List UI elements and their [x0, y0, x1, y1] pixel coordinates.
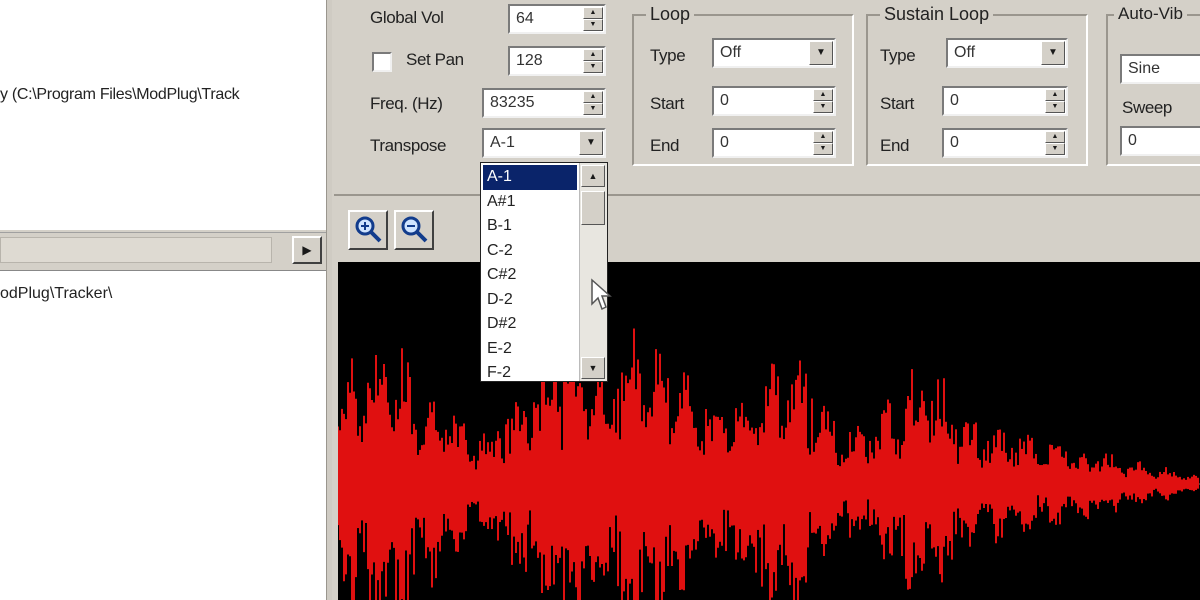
sustain-end-value[interactable]: 0: [950, 134, 959, 152]
loop-group-title: Loop: [646, 4, 695, 25]
scroll-down-icon[interactable]: ▼: [581, 357, 605, 379]
spin-up-icon[interactable]: ▲: [1045, 89, 1065, 101]
sustain-type-value[interactable]: Off: [954, 44, 975, 62]
spin-up-icon[interactable]: ▲: [583, 7, 603, 19]
sweep-field[interactable]: 0: [1120, 126, 1200, 156]
loop-type-value[interactable]: Off: [720, 44, 741, 62]
sustain-type-label: Type: [880, 46, 916, 65]
transpose-option[interactable]: B-1: [483, 214, 577, 239]
chevron-down-icon[interactable]: ▼: [1041, 41, 1065, 65]
spin-up-icon[interactable]: ▲: [813, 89, 833, 101]
transpose-option[interactable]: D-2: [483, 288, 577, 313]
transpose-value[interactable]: A-1: [490, 134, 515, 152]
sustain-start-field[interactable]: 0 ▲ ▼: [942, 86, 1068, 116]
file-path-text[interactable]: odPlug\Tracker\: [0, 285, 112, 303]
spin-up-icon[interactable]: ▲: [583, 49, 603, 61]
global-vol-spinner[interactable]: ▲ ▼: [583, 7, 603, 31]
spin-up-icon[interactable]: ▲: [1045, 131, 1065, 143]
horizontal-scrollbar[interactable]: ▶: [0, 232, 326, 268]
freq-label: Freq. (Hz): [370, 94, 443, 113]
spin-down-icon[interactable]: ▼: [583, 19, 603, 31]
loop-end-value[interactable]: 0: [720, 134, 729, 152]
loop-start-value[interactable]: 0: [720, 92, 729, 110]
zoom-in-button[interactable]: [348, 210, 388, 250]
sustain-loop-group-title: Sustain Loop: [880, 4, 994, 25]
scroll-up-icon[interactable]: ▲: [581, 165, 605, 187]
transpose-option[interactable]: F-2: [483, 361, 577, 381]
zoom-out-icon: [401, 216, 428, 243]
set-pan-field[interactable]: 128 ▲ ▼: [508, 46, 606, 76]
sustain-end-spinner[interactable]: ▲ ▼: [1045, 131, 1065, 155]
sample-properties-panel: Global Vol 64 ▲ ▼ Set Pan 128 ▲ ▼ Freq. …: [334, 0, 1200, 196]
loop-type-combo[interactable]: Off ▼: [712, 38, 836, 68]
waveform-view[interactable]: [338, 262, 1200, 600]
auto-vibrato-group-title: Auto-Vib: [1114, 4, 1187, 24]
spin-down-icon[interactable]: ▼: [813, 101, 833, 113]
vibrato-waveform-value[interactable]: Sine: [1128, 60, 1160, 78]
dropdown-scrollbar[interactable]: ▲ ▼: [579, 163, 607, 381]
scroll-right-arrow-icon[interactable]: ▶: [292, 236, 322, 264]
chevron-down-icon[interactable]: ▼: [809, 41, 833, 65]
spin-down-icon[interactable]: ▼: [1045, 101, 1065, 113]
waveform-toolbar: [334, 198, 1200, 260]
spin-up-icon[interactable]: ▲: [813, 131, 833, 143]
spin-down-icon[interactable]: ▼: [583, 103, 603, 115]
vibrato-waveform-combo[interactable]: Sine: [1120, 54, 1200, 84]
set-pan-spinner[interactable]: ▲ ▼: [583, 49, 603, 73]
transpose-option[interactable]: C-2: [483, 239, 577, 264]
loop-end-field[interactable]: 0 ▲ ▼: [712, 128, 836, 158]
sweep-label: Sweep: [1122, 98, 1172, 117]
sweep-value[interactable]: 0: [1128, 132, 1137, 150]
sustain-start-spinner[interactable]: ▲ ▼: [1045, 89, 1065, 113]
loop-start-label: Start: [650, 94, 684, 113]
loop-end-label: End: [650, 136, 680, 155]
sustain-end-field[interactable]: 0 ▲ ▼: [942, 128, 1068, 158]
waveform-trace: [338, 328, 1199, 600]
zoom-in-icon: [355, 216, 382, 243]
transpose-option[interactable]: E-2: [483, 337, 577, 362]
loop-end-spinner[interactable]: ▲ ▼: [813, 131, 833, 155]
global-vol-label: Global Vol: [370, 8, 444, 27]
transpose-label: Transpose: [370, 136, 447, 155]
transpose-option[interactable]: D#2: [483, 312, 577, 337]
spin-down-icon[interactable]: ▼: [1045, 143, 1065, 155]
spin-down-icon[interactable]: ▼: [583, 61, 603, 73]
folder-path-text[interactable]: y (C:\Program Files\ModPlug\Track: [0, 86, 240, 104]
set-pan-label: Set Pan: [406, 50, 464, 69]
file-list-view[interactable]: odPlug\Tracker\: [0, 270, 326, 600]
global-vol-field[interactable]: 64 ▲ ▼: [508, 4, 606, 34]
loop-start-field[interactable]: 0 ▲ ▼: [712, 86, 836, 116]
loop-type-label: Type: [650, 46, 686, 65]
transpose-option[interactable]: A#1: [483, 190, 577, 215]
transpose-dropdown-list[interactable]: A-1 A#1 B-1 C-2 C#2 D-2 D#2 E-2 F-2 ▲ ▼: [480, 162, 608, 382]
transpose-option[interactable]: C#2: [483, 263, 577, 288]
scrollbar-track[interactable]: [0, 237, 272, 263]
transpose-combo[interactable]: A-1 ▼: [482, 128, 606, 158]
sustain-end-label: End: [880, 136, 910, 155]
sustain-start-label: Start: [880, 94, 914, 113]
transpose-option[interactable]: A-1: [483, 165, 577, 190]
set-pan-value[interactable]: 128: [516, 52, 543, 70]
freq-value[interactable]: 83235: [490, 94, 535, 112]
waveform-display[interactable]: [338, 262, 1200, 600]
freq-spinner[interactable]: ▲ ▼: [583, 91, 603, 115]
chevron-down-icon[interactable]: ▼: [579, 131, 603, 155]
freq-field[interactable]: 83235 ▲ ▼: [482, 88, 606, 118]
folder-tree-view[interactable]: y (C:\Program Files\ModPlug\Track: [0, 0, 326, 230]
set-pan-checkbox[interactable]: [372, 52, 392, 72]
zoom-out-button[interactable]: [394, 210, 434, 250]
scrollbar-thumb[interactable]: [581, 191, 605, 225]
spin-up-icon[interactable]: ▲: [583, 91, 603, 103]
mouse-pointer-icon: [591, 278, 612, 311]
sustain-start-value[interactable]: 0: [950, 92, 959, 110]
spin-down-icon[interactable]: ▼: [813, 143, 833, 155]
pane-splitter[interactable]: [326, 0, 332, 600]
global-vol-value[interactable]: 64: [516, 10, 534, 28]
loop-start-spinner[interactable]: ▲ ▼: [813, 89, 833, 113]
sustain-type-combo[interactable]: Off ▼: [946, 38, 1068, 68]
